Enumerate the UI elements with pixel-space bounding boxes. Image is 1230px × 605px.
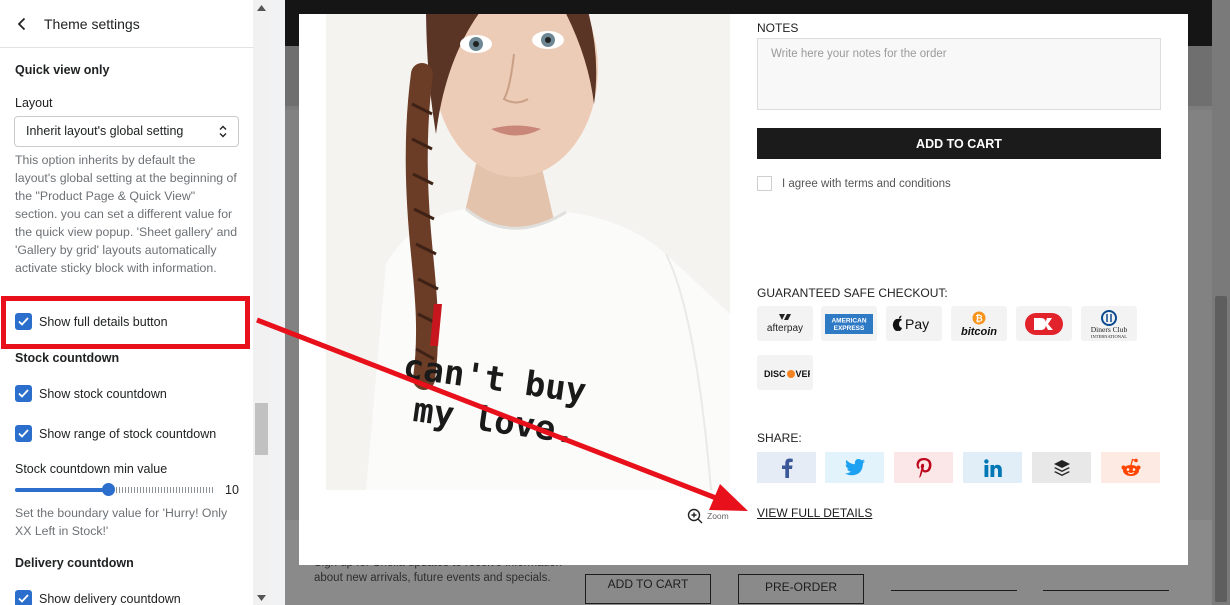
scroll-up-icon[interactable]	[257, 5, 266, 11]
checkbox-unchecked-icon	[757, 176, 772, 191]
zoom-button[interactable]: Zoom	[687, 508, 729, 524]
checkbox-checked-icon	[15, 313, 32, 330]
slider-ticks	[116, 487, 213, 493]
buffer-icon[interactable]	[1032, 452, 1091, 483]
quick-view-heading: Quick view only	[15, 63, 110, 77]
svg-text:Diners Club: Diners Club	[1091, 325, 1128, 334]
svg-text:VER: VER	[796, 369, 811, 379]
view-full-details-link[interactable]: VIEW FULL DETAILS	[757, 506, 872, 520]
sidebar-scrollbar[interactable]	[253, 0, 270, 605]
terms-checkbox[interactable]: I agree with terms and conditions	[757, 176, 951, 191]
linkedin-icon[interactable]	[963, 452, 1022, 483]
sidebar-scroll-thumb[interactable]	[255, 403, 268, 455]
preview-scrollbar[interactable]	[1212, 0, 1230, 605]
notes-textarea[interactable]	[757, 38, 1161, 110]
quick-view-modal: can't buy my love. Zoom NOTES ADD TO CAR…	[299, 14, 1188, 565]
apple-pay-icon: Pay	[886, 306, 942, 341]
checkbox-checked-icon	[15, 590, 32, 605]
show-delivery-countdown-label: Show delivery countdown	[39, 591, 181, 605]
bg-pre-order-button: PRE-ORDER	[738, 574, 864, 604]
checkbox-checked-icon	[15, 425, 32, 442]
american-express-icon: AMERICAN EXPRESS	[821, 306, 877, 341]
afterpay-text: afterpay	[767, 323, 803, 334]
show-range-stock-label: Show range of stock countdown	[39, 426, 217, 441]
show-range-stock-checkbox[interactable]: Show range of stock countdown	[15, 425, 216, 442]
theme-settings-sidebar: Theme settings Quick view only Layout In…	[0, 0, 253, 605]
checkbox-checked-icon	[15, 385, 32, 402]
terms-label: I agree with terms and conditions	[782, 177, 951, 190]
slider-fill	[15, 488, 108, 492]
sidebar-title: Theme settings	[44, 15, 140, 32]
bg-divider	[891, 590, 1017, 591]
add-to-cart-button[interactable]: ADD TO CART	[757, 128, 1161, 159]
zoom-in-icon	[687, 508, 703, 524]
chevron-left-icon	[17, 17, 26, 30]
stock-countdown-heading: Stock countdown	[15, 351, 120, 365]
layout-select-value: Inherit layout's global setting	[26, 124, 184, 138]
sidebar-header: Theme settings	[0, 0, 253, 48]
product-photo-illustration: can't buy my love.	[326, 14, 730, 490]
min-value-slider[interactable]	[15, 483, 213, 496]
dankort-icon	[1016, 306, 1072, 341]
share-label: SHARE:	[757, 431, 802, 445]
bitcoin-icon: ₿ bitcoin	[951, 306, 1007, 341]
bitcoin-text: bitcoin	[961, 326, 997, 338]
safe-checkout-label: GUARANTEED SAFE CHECKOUT:	[757, 286, 948, 300]
afterpay-icon: afterpay	[757, 306, 813, 341]
svg-text:EXPRESS: EXPRESS	[834, 325, 865, 332]
zoom-label: Zoom	[707, 511, 729, 521]
svg-text:DISC: DISC	[764, 369, 786, 379]
min-value-readout: 10	[225, 483, 239, 497]
svg-text:Pay: Pay	[905, 316, 929, 332]
diners-club-icon: Diners Club INTERNATIONAL	[1081, 306, 1137, 341]
amex-text: AMERICAN	[831, 317, 866, 324]
show-full-details-checkbox[interactable]: Show full details button	[15, 313, 168, 330]
slider-thumb[interactable]	[102, 483, 115, 496]
delivery-countdown-heading: Delivery countdown	[15, 556, 134, 570]
show-full-details-label: Show full details button	[39, 314, 168, 329]
layout-select[interactable]: Inherit layout's global setting	[14, 116, 239, 147]
preview-scroll-thumb[interactable]	[1215, 296, 1227, 602]
product-image[interactable]: can't buy my love.	[326, 14, 730, 490]
layout-help-text: This option inherits by default the layo…	[15, 153, 238, 275]
layout-label: Layout	[15, 96, 53, 110]
facebook-icon[interactable]	[757, 452, 816, 483]
twitter-icon[interactable]	[825, 452, 884, 483]
discover-icon: DISC VER	[757, 355, 813, 390]
notes-label: NOTES	[757, 21, 799, 35]
select-arrows-icon	[219, 125, 227, 138]
show-stock-countdown-checkbox[interactable]: Show stock countdown	[15, 385, 167, 402]
reddit-icon[interactable]	[1101, 452, 1160, 483]
show-stock-countdown-label: Show stock countdown	[39, 386, 167, 401]
min-value-help-text: Set the boundary value for 'Hurry! Only …	[15, 506, 228, 538]
pinterest-icon[interactable]	[894, 452, 953, 483]
svg-text:INTERNATIONAL: INTERNATIONAL	[1091, 334, 1127, 339]
svg-text:₿: ₿	[975, 313, 982, 323]
show-delivery-countdown-checkbox[interactable]: Show delivery countdown	[15, 590, 181, 605]
min-value-label: Stock countdown min value	[15, 462, 168, 476]
bg-add-to-cart-button: ADD TO CART	[585, 574, 711, 604]
bg-divider	[1043, 590, 1169, 591]
scroll-down-icon[interactable]	[257, 595, 266, 601]
back-button[interactable]	[0, 0, 44, 48]
